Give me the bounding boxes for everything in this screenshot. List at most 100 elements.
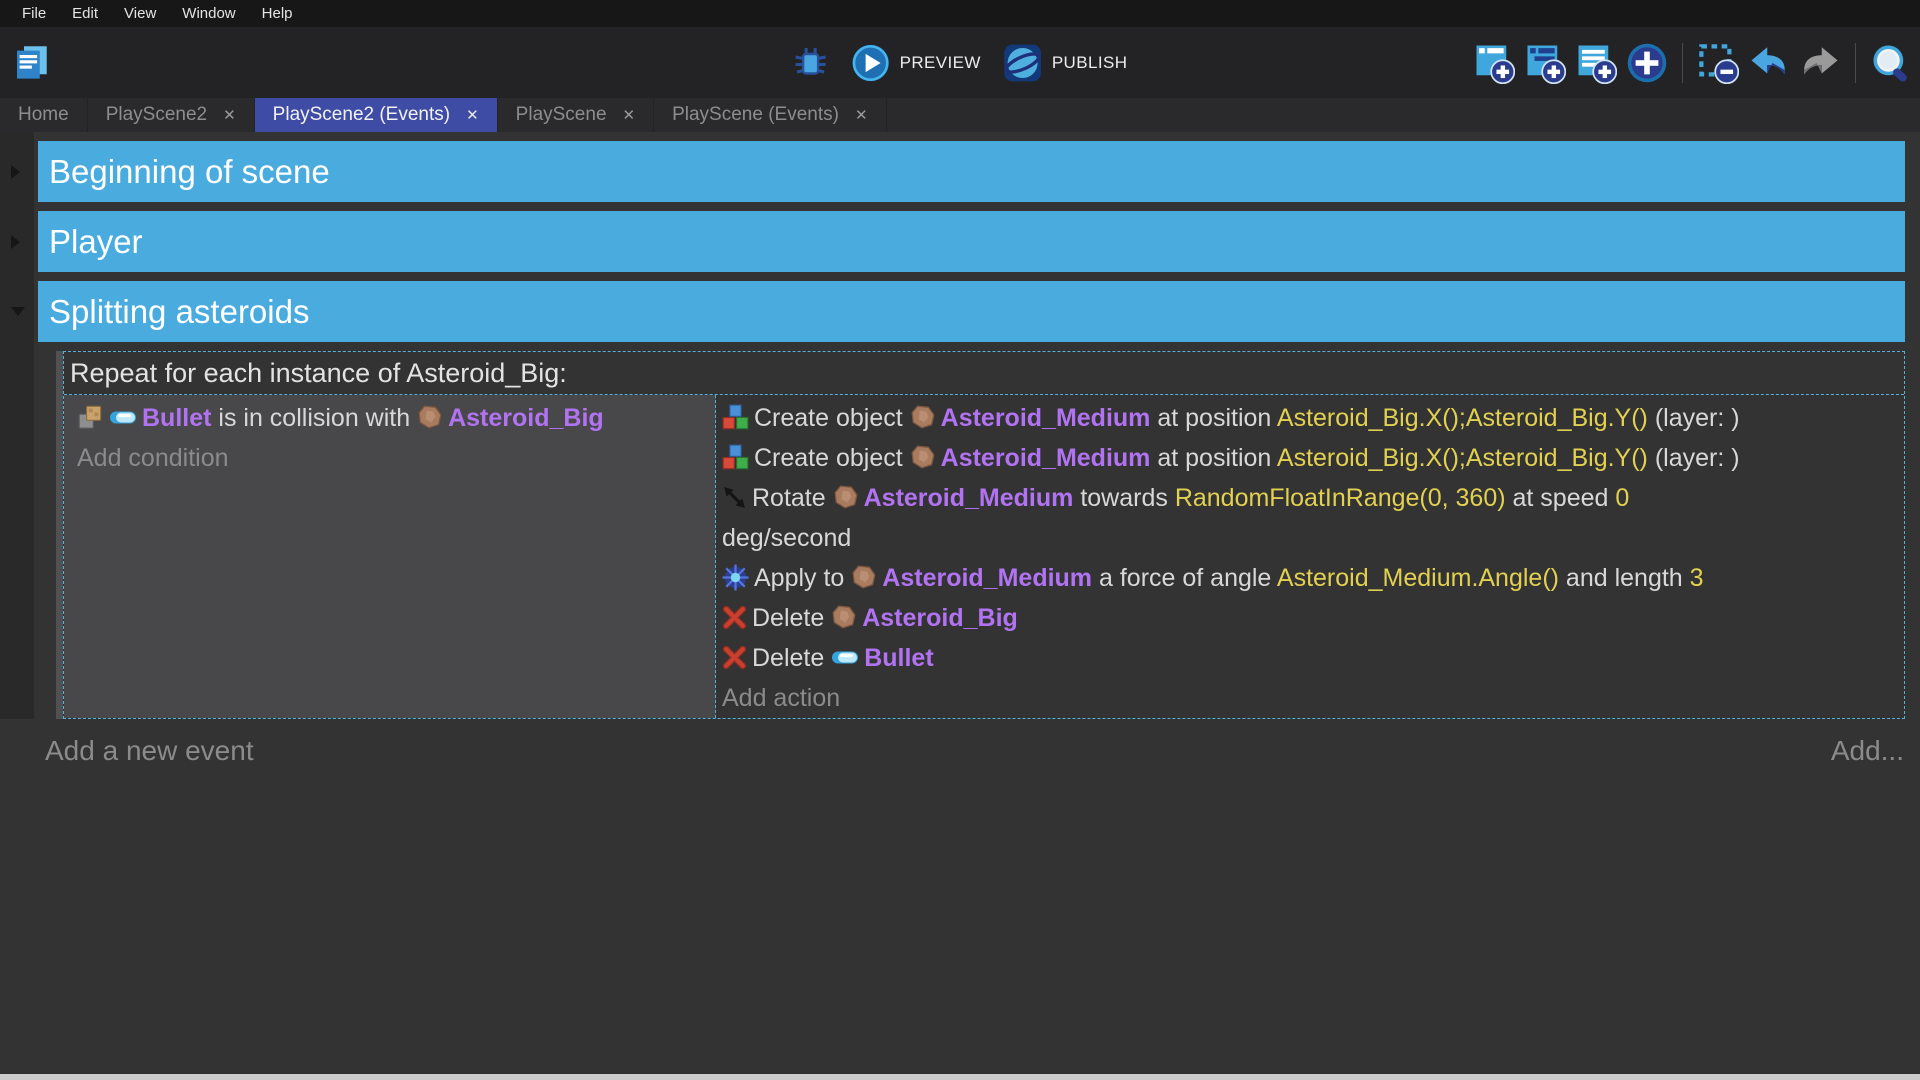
- add-action-button[interactable]: Add action: [722, 678, 1896, 718]
- action-row[interactable]: Apply to Asteroid_Medium a force of angl…: [722, 558, 1896, 598]
- repeat-event-header[interactable]: Repeat for each instance of Asteroid_Big…: [64, 352, 1904, 394]
- event-group-header[interactable]: Splitting asteroids: [38, 281, 1905, 342]
- asteroid-icon: [831, 604, 857, 630]
- add-comment-button[interactable]: [1575, 42, 1617, 84]
- instruction-text: Delete: [752, 604, 831, 632]
- bullet-icon: [109, 409, 137, 426]
- instruction-text: a force of angle: [1092, 564, 1277, 592]
- instruction-text: is in collision with: [211, 404, 417, 432]
- close-icon[interactable]: ✕: [623, 106, 636, 124]
- toolbar-separator: [1855, 43, 1856, 83]
- tab-playscene-events[interactable]: PlayScene (Events)✕: [654, 98, 886, 132]
- expand-arrow-icon[interactable]: [11, 165, 20, 179]
- asteroid-icon: [833, 484, 859, 510]
- add-comment-icon: [1575, 42, 1617, 84]
- menu-item-edit[interactable]: Edit: [59, 0, 111, 27]
- event-group-header[interactable]: Player: [38, 211, 1905, 272]
- publish-button[interactable]: PUBLISH: [1003, 43, 1128, 83]
- instruction-text: Rotate: [752, 484, 833, 512]
- instruction-text: Create object: [754, 444, 910, 472]
- expand-arrow-icon[interactable]: [11, 235, 20, 249]
- tab-label: PlayScene2: [106, 104, 207, 126]
- expression: 3: [1690, 564, 1704, 592]
- object-name: Asteroid_Medium: [941, 444, 1151, 472]
- instruction-text: at position: [1150, 444, 1276, 472]
- search-button[interactable]: [1870, 42, 1912, 84]
- event-gutter: [0, 132, 34, 719]
- menu-item-view[interactable]: View: [111, 0, 169, 27]
- add-circle-icon: [1626, 42, 1668, 84]
- condition-action-columns: Bullet is in collision with Asteroid_Big…: [64, 394, 1904, 718]
- event-groups: Beginning of scene Player Splitting astero…: [38, 141, 1905, 342]
- remove-event-icon: [1697, 42, 1739, 84]
- tab-label: Home: [18, 104, 69, 126]
- tab-playscene2[interactable]: PlayScene2 ✕: [88, 98, 255, 132]
- debugger-icon[interactable]: [793, 45, 829, 81]
- publish-globe-icon: [1003, 43, 1043, 83]
- undo-button[interactable]: [1748, 42, 1790, 84]
- instruction-text: Create object: [754, 404, 910, 432]
- app-logo[interactable]: [10, 41, 52, 88]
- object-name: Asteroid_Medium: [864, 484, 1074, 512]
- sub-event-handle[interactable]: [56, 351, 63, 719]
- tab-bar: HomePlayScene2✕PlayScene2 (Events)✕PlayS…: [0, 98, 1920, 132]
- add-event-icon: [1473, 42, 1515, 84]
- add-event-row: Add a new event Add...: [0, 719, 1920, 767]
- condition-row[interactable]: Bullet is in collision with Asteroid_Big: [77, 398, 709, 438]
- expression: Asteroid_Medium.Angle(): [1277, 564, 1559, 592]
- close-icon[interactable]: ✕: [466, 106, 479, 124]
- menu-item-help[interactable]: Help: [249, 0, 306, 27]
- object-name: Bullet: [864, 644, 933, 672]
- delete-icon: [722, 605, 747, 630]
- add-event-button[interactable]: [1473, 42, 1515, 84]
- force-icon: [722, 564, 749, 591]
- action-row[interactable]: Create object Asteroid_Medium at positio…: [722, 438, 1896, 478]
- event-sheet: Beginning of scene Player Splitting astero…: [0, 132, 1920, 719]
- action-row[interactable]: Delete Asteroid_Big: [722, 598, 1896, 638]
- action-row[interactable]: Rotate Asteroid_Medium towards RandomFlo…: [722, 478, 1896, 558]
- action-row[interactable]: Delete Bullet: [722, 638, 1896, 678]
- add-new-event-button[interactable]: Add a new event: [45, 735, 254, 767]
- close-icon[interactable]: ✕: [223, 106, 236, 124]
- menu-item-window[interactable]: Window: [169, 0, 248, 27]
- action-row[interactable]: Create object Asteroid_Medium at positio…: [722, 398, 1896, 438]
- instruction-text: (layer: ): [1648, 444, 1740, 472]
- instruction-text: (layer: ): [1648, 404, 1740, 432]
- publish-label: PUBLISH: [1052, 53, 1128, 73]
- asteroid-icon: [910, 404, 936, 430]
- gdevelop-logo-icon: [10, 41, 52, 83]
- redo-button[interactable]: [1799, 42, 1841, 84]
- create-icon: [722, 444, 749, 471]
- menu-bar: FileEditViewWindowHelp: [0, 0, 1920, 27]
- object-name: Asteroid_Big: [448, 404, 604, 432]
- expression: RandomFloatInRange(0, 360): [1175, 484, 1506, 512]
- horizontal-scrollbar[interactable]: [0, 1074, 1920, 1080]
- expression: 0: [1615, 484, 1629, 512]
- add-other-button[interactable]: [1626, 42, 1668, 84]
- collapse-arrow-icon[interactable]: [11, 307, 25, 316]
- instruction-text: at speed: [1506, 484, 1616, 512]
- toolbar-separator: [1682, 43, 1683, 83]
- rotate-icon: [722, 485, 747, 510]
- asteroid-icon: [417, 404, 443, 430]
- add-subevent-button[interactable]: [1524, 42, 1566, 84]
- undo-icon: [1748, 42, 1790, 84]
- gdevelop-window: FileEditViewWindowHelp PREVIEW PUBLI: [0, 0, 1920, 1080]
- delete-selection-button[interactable]: [1697, 42, 1739, 84]
- tab-home[interactable]: Home: [0, 98, 88, 132]
- event-group-header[interactable]: Beginning of scene: [38, 141, 1905, 202]
- preview-button[interactable]: PREVIEW: [851, 43, 981, 83]
- toolbar-center: PREVIEW PUBLISH: [793, 27, 1128, 98]
- bullet-icon: [831, 649, 859, 666]
- add-condition-button[interactable]: Add condition: [77, 438, 709, 478]
- instruction-text: at position: [1150, 404, 1276, 432]
- tab-playscene[interactable]: PlayScene✕: [498, 98, 654, 132]
- close-icon[interactable]: ✕: [855, 106, 868, 124]
- expression: Asteroid_Big.X();Asteroid_Big.Y(): [1277, 404, 1648, 432]
- preview-play-icon: [851, 43, 891, 83]
- repeat-event[interactable]: Repeat for each instance of Asteroid_Big…: [56, 351, 1905, 719]
- instruction-text: Apply to: [754, 564, 851, 592]
- add-more-button[interactable]: Add...: [1831, 735, 1904, 767]
- menu-item-file[interactable]: File: [9, 0, 59, 27]
- tab-playscene2-events[interactable]: PlayScene2 (Events)✕: [255, 98, 498, 132]
